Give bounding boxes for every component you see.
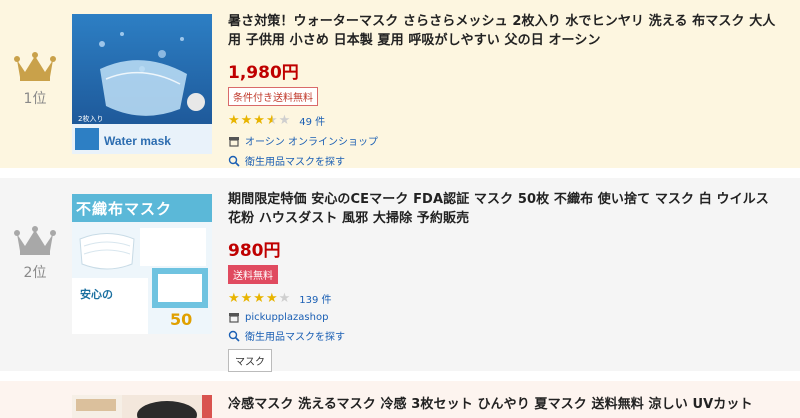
product-info: 冷感マスク 洗えるマスク 冷感 3枚セット ひんやり 夏マスク 送料無料 涼しい… bbox=[228, 395, 782, 414]
thumb-sub: 安心の bbox=[80, 288, 113, 301]
shop-name: オーシン オンラインショップ bbox=[245, 137, 378, 148]
star-rating-icon: ★★★★★ bbox=[228, 112, 292, 128]
water-mask-product-image bbox=[72, 14, 212, 154]
product-price: 980円 bbox=[228, 241, 281, 261]
cooling-mask-product-image bbox=[72, 395, 212, 418]
ranking-item-3: 冷感マスク 洗えるマスク 冷感 3枚セット ひんやり 夏マスク 送料無料 涼しい… bbox=[0, 381, 800, 418]
rank-badge-2: 2位 bbox=[0, 224, 70, 282]
search-icon bbox=[228, 330, 240, 342]
category-tag[interactable]: マスク bbox=[228, 349, 272, 372]
product-price: 1,980円 bbox=[228, 63, 299, 83]
search-link-label: 衛生用品マスクを探す bbox=[245, 332, 345, 343]
gold-crown-icon bbox=[14, 52, 56, 81]
product-info: 暑さ対策！ウォーターマスク さらさらメッシュ 2枚入り 水でヒンヤリ 洗える 布… bbox=[228, 12, 782, 168]
shop-link[interactable]: pickupplazashop bbox=[228, 311, 782, 323]
product-title[interactable]: 暑さ対策！ウォーターマスク さらさらメッシュ 2枚入り 水でヒンヤリ 洗える 布… bbox=[228, 12, 782, 50]
shipping-badge: 送料無料 bbox=[228, 265, 278, 284]
silver-crown-icon bbox=[14, 226, 56, 255]
shop-name: pickupplazashop bbox=[245, 311, 329, 323]
thumb-sub: 2枚入り bbox=[78, 115, 104, 123]
review-count[interactable]: 49 件 bbox=[299, 113, 325, 128]
product-title[interactable]: 冷感マスク 洗えるマスク 冷感 3枚セット ひんやり 夏マスク 送料無料 涼しい… bbox=[228, 395, 782, 414]
thumb-title: Water mask bbox=[104, 134, 171, 148]
rank-label: 1位 bbox=[23, 91, 47, 107]
product-image[interactable] bbox=[72, 395, 212, 418]
search-link-label: 衛生用品マスクを探す bbox=[245, 157, 345, 168]
rank-label: 2位 bbox=[23, 265, 47, 281]
shop-icon bbox=[229, 136, 239, 147]
product-info: 期間限定特価 安心のCEマーク FDA認証 マスク 50枚 不織布 使い捨て マ… bbox=[228, 190, 782, 372]
product-image[interactable]: Water mask 2枚入り bbox=[72, 14, 212, 154]
shipping-badge: 条件付き送料無料 bbox=[228, 87, 318, 106]
category-search-link[interactable]: 衛生用品マスクを探す bbox=[228, 328, 782, 343]
product-image[interactable]: 不織布マスク 安心の 50 bbox=[72, 194, 212, 334]
product-title[interactable]: 期間限定特価 安心のCEマーク FDA認証 マスク 50枚 不織布 使い捨て マ… bbox=[228, 190, 782, 228]
star-rating-icon: ★★★★★ bbox=[228, 290, 292, 306]
thumb-title: 不織布マスク bbox=[76, 200, 173, 218]
shop-link[interactable]: オーシン オンラインショップ bbox=[228, 133, 782, 148]
rank-badge-1: 1位 bbox=[0, 50, 70, 108]
ranking-item-1: 1位 Water mask 2枚入り 暑さ対策！ウォーターマスク さらさらメッシ… bbox=[0, 0, 800, 168]
review-count[interactable]: 139 件 bbox=[299, 291, 331, 306]
rating: ★★★★★ 49 件 bbox=[228, 112, 782, 128]
ranking-item-2: 2位 不織布マスク 安心の 50 期間限定特価 安心のCEマーク FDA認証 マ… bbox=[0, 178, 800, 372]
shop-icon bbox=[229, 313, 239, 323]
category-search-link[interactable]: 衛生用品マスクを探す bbox=[228, 153, 782, 168]
search-icon bbox=[228, 155, 240, 167]
rating: ★★★★★ 139 件 bbox=[228, 290, 782, 306]
thumb-count: 50 bbox=[170, 310, 193, 329]
